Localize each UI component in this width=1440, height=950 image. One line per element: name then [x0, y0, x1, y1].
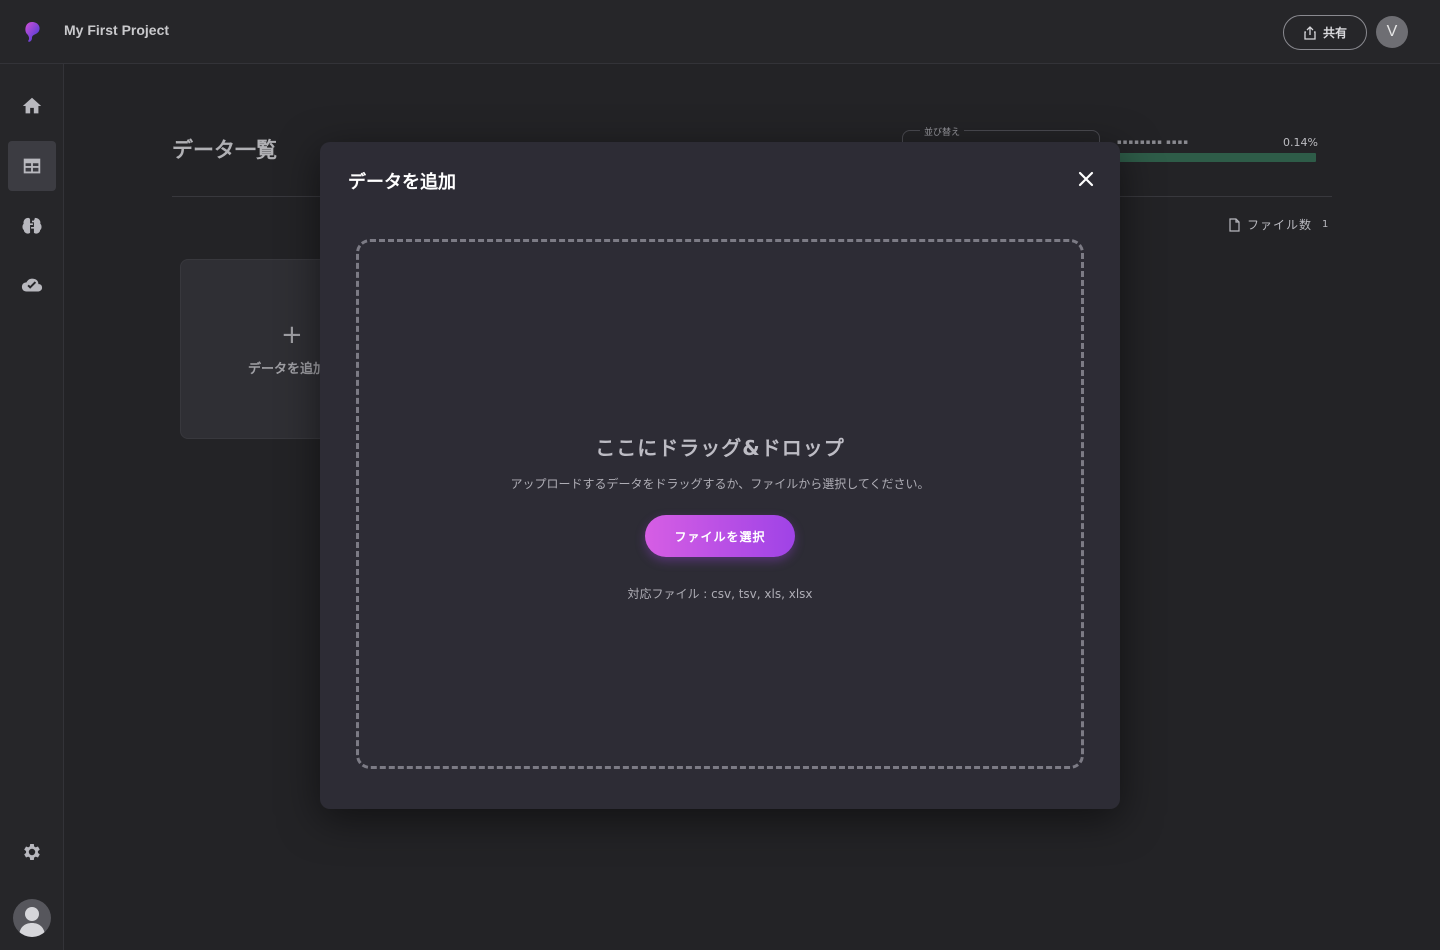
file-count-value: 1 [1322, 219, 1330, 230]
page-title: データ一覧 [172, 138, 277, 162]
file-icon [1229, 217, 1240, 232]
supported-file-types: 対応ファイル : csv, tsv, xls, xlsx [627, 587, 813, 601]
share-button[interactable]: 共有 [1283, 15, 1367, 50]
select-file-button[interactable]: ファイルを選択 [645, 515, 795, 557]
home-icon [22, 97, 42, 114]
share-icon [1304, 25, 1316, 40]
file-dropzone[interactable]: ここにドラッグ&ドロップ アップロードするデータをドラッグするか、ファイルから選… [356, 239, 1084, 769]
account-avatar[interactable] [13, 899, 51, 937]
project-title: My First Project [64, 22, 170, 38]
usage-label: ▪▪▪▪▪▪▪▪ ▪▪▪▪ [1117, 138, 1190, 146]
sidebar-item-data[interactable] [8, 141, 56, 191]
sidebar-item-deploy[interactable] [8, 261, 56, 311]
share-label: 共有 [1322, 26, 1347, 40]
brain-icon [22, 217, 42, 234]
sidebar [0, 64, 64, 950]
file-count-label: ファイル数 [1247, 218, 1313, 232]
file-count: ファイル数 1 [1228, 216, 1329, 233]
close-button[interactable] [1074, 167, 1098, 191]
app-logo-icon[interactable] [20, 20, 44, 44]
add-data-modal: データを追加 ここにドラッグ&ドロップ アップロードするデータをドラッグするか、… [320, 142, 1120, 809]
sidebar-item-settings[interactable] [8, 827, 56, 877]
sidebar-item-home[interactable] [8, 81, 56, 131]
usage-bar [1117, 153, 1316, 162]
dropzone-heading: ここにドラッグ&ドロップ [595, 436, 845, 460]
dropzone-description: アップロードするデータをドラッグするか、ファイルから選択してください。 [510, 477, 930, 491]
top-bar: My First Project 共有 V [0, 0, 1440, 64]
user-avatar[interactable]: V [1376, 16, 1408, 48]
sort-label: 並び替え [920, 125, 965, 138]
person-icon [19, 907, 45, 937]
usage-percent: 0.14% [1283, 136, 1318, 149]
gear-icon [24, 844, 40, 860]
close-icon [1078, 171, 1094, 187]
modal-title: データを追加 [348, 172, 456, 193]
cloud-check-icon [21, 278, 43, 292]
plus-icon: + [281, 320, 303, 350]
add-data-card-label: データを追加 [248, 362, 327, 377]
sidebar-item-model[interactable] [8, 201, 56, 251]
table-icon [23, 158, 41, 174]
